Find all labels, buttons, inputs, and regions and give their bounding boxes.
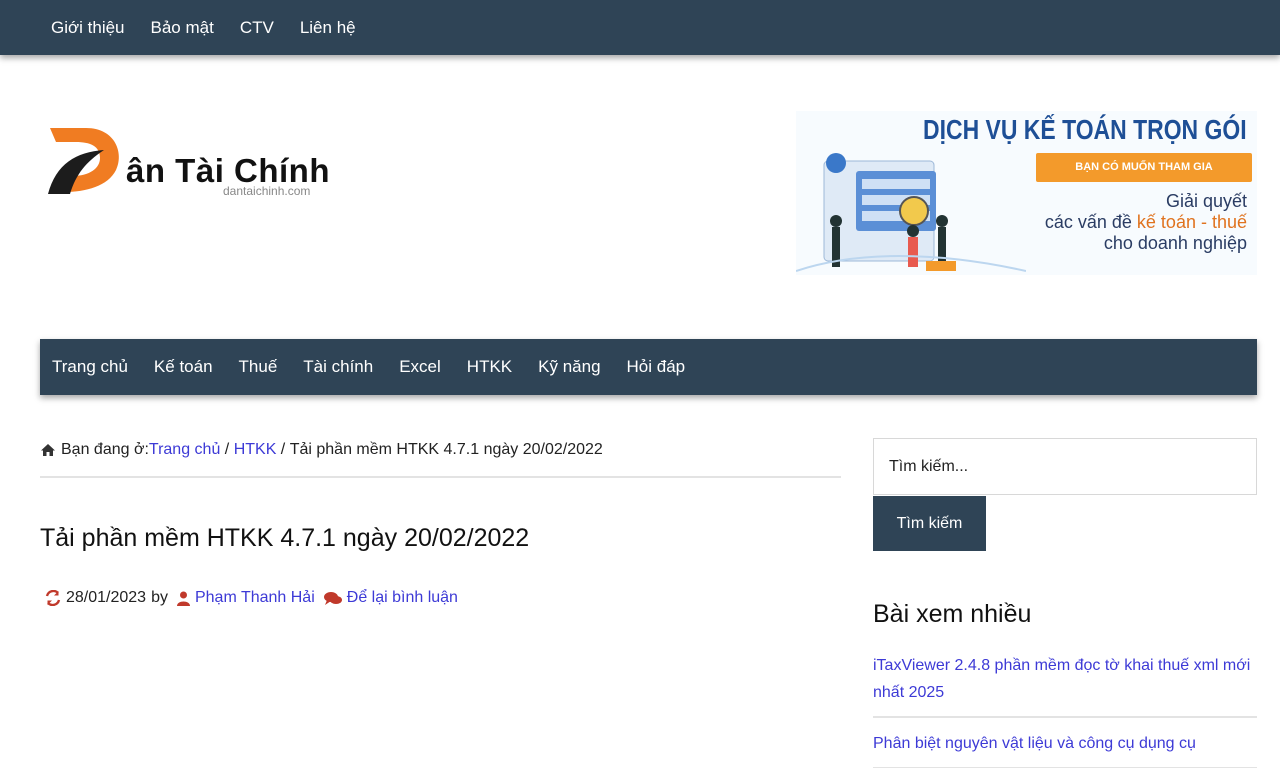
- popular-posts-title: Bài xem nhiều: [873, 600, 1032, 628]
- main-nav-item-ke-toan[interactable]: Kế toán: [154, 357, 213, 377]
- post-by: by: [151, 589, 168, 606]
- post-date: 28/01/2023: [66, 589, 147, 606]
- main-nav-item-excel[interactable]: Excel: [399, 357, 441, 377]
- breadcrumb: Bạn đang ở: Trang chủ / HTKK / Tải phần …: [40, 441, 841, 459]
- top-nav-item-ctv[interactable]: CTV: [240, 18, 274, 38]
- search-button[interactable]: Tìm kiếm: [873, 496, 986, 551]
- banner-line-2-prefix: các vấn đề: [1044, 212, 1137, 232]
- main-nav-item-thue[interactable]: Thuế: [239, 357, 278, 377]
- top-bar: Giới thiệu Bảo mật CTV Liên hệ: [0, 0, 1280, 55]
- breadcrumb-category-link[interactable]: HTKK: [234, 441, 277, 459]
- logo-d-icon: [48, 128, 119, 194]
- comments-icon: [323, 591, 342, 605]
- list-item: Phân biệt nguyên vật liệu và công cụ dụn…: [873, 730, 1257, 768]
- banner-line-2: các vấn đề kế toán - thuế: [1045, 212, 1247, 233]
- breadcrumb-home-link[interactable]: Trang chủ: [149, 441, 220, 459]
- post-title: Tải phần mềm HTKK 4.7.1 ngày 20/02/2022: [40, 524, 530, 552]
- site-logo[interactable]: ân Tài Chính dantaichinh.com: [46, 124, 336, 204]
- banner-ad[interactable]: DỊCH VỤ KẾ TOÁN TRỌN GÓI BẠN CÓ MUỐN THA…: [796, 111, 1257, 275]
- banner-line-3: cho doanh nghiệp: [1103, 233, 1247, 253]
- main-nav-item-tai-chinh[interactable]: Tài chính: [303, 357, 373, 377]
- main-nav: Trang chủ Kế toán Thuế Tài chính Excel H…: [40, 339, 1257, 395]
- logo-domain: dantaichinh.com: [223, 184, 311, 198]
- breadcrumb-separator: /: [276, 441, 290, 458]
- home-icon: [41, 444, 55, 456]
- top-nav-item-lien-he[interactable]: Liên hệ: [300, 18, 356, 38]
- banner-cta[interactable]: BẠN CÓ MUỐN THAM GIA: [1036, 153, 1252, 182]
- banner-title: DỊCH VỤ KẾ TOÁN TRỌN GÓI: [923, 114, 1247, 145]
- post-comment-link[interactable]: Để lại bình luận: [347, 589, 458, 607]
- banner-line-1: Giải quyết: [1165, 191, 1247, 211]
- main-nav-item-trang-chu[interactable]: Trang chủ: [52, 357, 128, 377]
- banner-text: Giải quyết các vấn đề kế toán - thuế cho…: [1045, 191, 1247, 254]
- breadcrumb-separator: /: [220, 441, 234, 458]
- breadcrumb-prefix: Bạn đang ở:: [61, 441, 149, 458]
- popular-post-link[interactable]: iTaxViewer 2.4.8 phần mềm đọc tờ khai th…: [873, 657, 1250, 701]
- top-nav-item-bao-mat[interactable]: Bảo mật: [151, 18, 214, 38]
- search-input[interactable]: [873, 438, 1257, 495]
- breadcrumb-divider: [40, 476, 841, 478]
- popular-posts-list: iTaxViewer 2.4.8 phần mềm đọc tờ khai th…: [873, 652, 1257, 768]
- post-author-link[interactable]: Phạm Thanh Hải: [195, 589, 315, 607]
- banner-line-2-highlight: kế toán - thuế: [1136, 212, 1247, 232]
- user-icon: [176, 591, 190, 606]
- popular-post-link[interactable]: Phân biệt nguyên vật liệu và công cụ dụn…: [873, 735, 1196, 752]
- top-nav: Giới thiệu Bảo mật CTV Liên hệ: [51, 0, 382, 55]
- main-nav-item-hoi-dap[interactable]: Hỏi đáp: [627, 357, 686, 377]
- main-nav-item-htkk[interactable]: HTKK: [467, 357, 512, 377]
- main-nav-item-ky-nang[interactable]: Kỹ năng: [538, 357, 600, 377]
- breadcrumb-current: Tải phần mềm HTKK 4.7.1 ngày 20/02/2022: [289, 441, 603, 458]
- refresh-icon: [45, 590, 61, 606]
- post-meta: 28/01/2023 by Phạm Thanh Hải Để lại bình…: [45, 589, 458, 607]
- list-item: iTaxViewer 2.4.8 phần mềm đọc tờ khai th…: [873, 652, 1257, 718]
- top-nav-item-gioi-thieu[interactable]: Giới thiệu: [51, 18, 125, 38]
